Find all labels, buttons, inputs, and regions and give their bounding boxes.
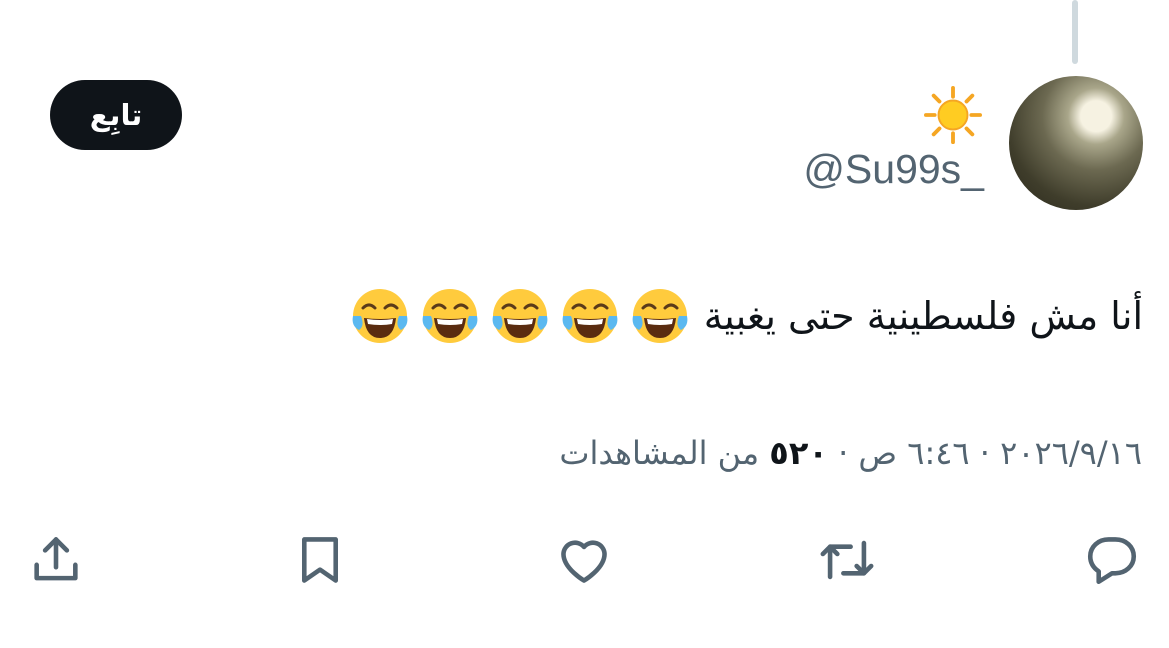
tears-of-joy-icon <box>492 289 548 343</box>
retweet-button[interactable] <box>812 525 882 595</box>
retweet-icon <box>820 540 874 580</box>
emoji-row <box>350 286 690 346</box>
tweet-date: ٢٠٢٦/٩/١٦ <box>1000 434 1142 472</box>
tears-of-joy-icon <box>422 289 478 343</box>
bookmark-icon <box>301 537 339 583</box>
like-button[interactable] <box>549 525 619 595</box>
bookmark-button[interactable] <box>285 525 355 595</box>
share-button[interactable] <box>21 525 91 595</box>
meta-separator: · <box>838 434 849 472</box>
follow-button[interactable]: تابِع <box>50 80 182 150</box>
tweet-meta: ٢٠٢٦/٩/١٦ · ٦:٤٦ ص · ٥٢٠ من المشاهدات <box>559 434 1142 472</box>
reply-button[interactable] <box>1077 525 1147 595</box>
author-handle[interactable]: @Su99s_ <box>803 146 984 193</box>
heart-icon <box>561 540 607 583</box>
action-bar <box>0 525 1169 595</box>
tears-of-joy-icon <box>352 289 408 343</box>
tears-of-joy-icon <box>632 289 688 343</box>
tweet-text: أنا مش فلسطينية حتى يغبية <box>350 286 1143 346</box>
views-count: ٥٢٠ <box>769 434 828 472</box>
sun-emoji-icon <box>924 86 982 144</box>
tears-of-joy-icon <box>562 289 618 343</box>
tweet-body: أنا مش فلسطينية حتى يغبية <box>703 294 1143 338</box>
avatar[interactable] <box>1009 76 1143 210</box>
tweet-time: ٦:٤٦ ص <box>858 434 970 472</box>
thread-line <box>1072 0 1078 64</box>
meta-separator: · <box>979 434 990 472</box>
share-icon <box>34 537 78 581</box>
reply-icon <box>1087 537 1137 585</box>
views-label: من المشاهدات <box>559 434 760 472</box>
